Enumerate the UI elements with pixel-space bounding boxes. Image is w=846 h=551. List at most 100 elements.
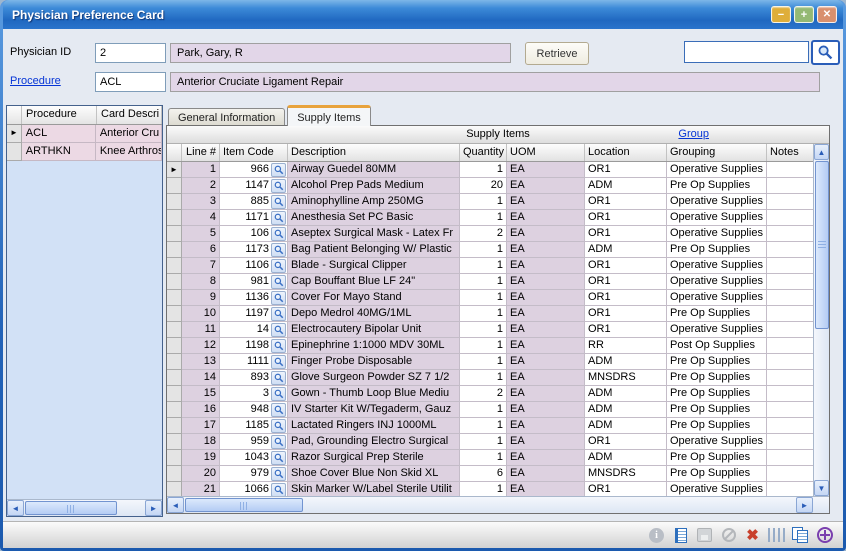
web-publish-icon[interactable]	[816, 527, 833, 544]
description-cell[interactable]: Lactated Ringers INJ 1000ML	[288, 418, 460, 434]
scroll-right-icon[interactable]: ►	[796, 497, 813, 513]
item-code-cell[interactable]: 1173	[220, 242, 288, 258]
quantity-cell[interactable]: 1	[460, 370, 507, 386]
grouping-cell[interactable]: Pre Op Supplies	[667, 418, 767, 434]
description-cell[interactable]: Pad, Grounding Electro Surgical	[288, 434, 460, 450]
retrieve-button[interactable]: Retrieve	[525, 42, 589, 65]
notes-cell[interactable]	[767, 450, 813, 466]
description-cell[interactable]: Skin Marker W/Label Sterile Utilit	[288, 482, 460, 496]
row-selector[interactable]	[167, 226, 182, 242]
item-code-cell[interactable]: 1043	[220, 450, 288, 466]
quantity-cell[interactable]: 1	[460, 482, 507, 496]
quantity-cell[interactable]: 1	[460, 290, 507, 306]
scroll-up-icon[interactable]: ▲	[814, 144, 829, 160]
item-code-cell[interactable]: 893	[220, 370, 288, 386]
uom-cell[interactable]: EA	[507, 450, 585, 466]
quantity-cell[interactable]: 1	[460, 338, 507, 354]
notes-cell[interactable]	[767, 338, 813, 354]
item-code-cell[interactable]: 948	[220, 402, 288, 418]
grouping-cell[interactable]: Operative Supplies	[667, 274, 767, 290]
tab-general-information[interactable]: General Information	[168, 108, 285, 126]
row-selector[interactable]	[7, 125, 22, 143]
supply-table-row[interactable]: 18 959 Pad, Grounding Electro Surgical 1…	[167, 434, 813, 450]
item-lookup-magnifier-icon[interactable]	[271, 307, 286, 321]
uom-column-header[interactable]: UOM	[507, 144, 585, 161]
uom-cell[interactable]: EA	[507, 178, 585, 194]
uom-cell[interactable]: EA	[507, 434, 585, 450]
supply-table-row[interactable]: 20 979 Shoe Cover Blue Non Skid XL 6 EA …	[167, 466, 813, 482]
row-selector[interactable]	[167, 402, 182, 418]
item-lookup-magnifier-icon[interactable]	[271, 179, 286, 193]
row-selector[interactable]	[167, 338, 182, 354]
row-selector[interactable]	[167, 274, 182, 290]
quantity-cell[interactable]: 1	[460, 322, 507, 338]
supply-vscrollbar[interactable]: ▲ ▼	[813, 144, 829, 496]
scroll-left-icon[interactable]: ◄	[7, 500, 24, 516]
quantity-cell[interactable]: 1	[460, 450, 507, 466]
uom-cell[interactable]: EA	[507, 482, 585, 496]
supply-table-row[interactable]: 14 893 Glove Surgeon Powder SZ 7 1/2 1 E…	[167, 370, 813, 386]
scroll-down-icon[interactable]: ▼	[814, 480, 829, 496]
row-selector[interactable]	[167, 466, 182, 482]
grouping-cell[interactable]: Pre Op Supplies	[667, 242, 767, 258]
item-lookup-magnifier-icon[interactable]	[271, 483, 286, 497]
close-button[interactable]	[817, 6, 837, 23]
grouping-cell[interactable]: Operative Supplies	[667, 290, 767, 306]
quantity-cell[interactable]: 1	[460, 258, 507, 274]
supply-table-row[interactable]: 15 3 Gown - Thumb Loop Blue Mediu 2 EA A…	[167, 386, 813, 402]
description-cell[interactable]: Bag Patient Belonging W/ Plastic	[288, 242, 460, 258]
uom-cell[interactable]: EA	[507, 162, 585, 178]
notes-cell[interactable]	[767, 290, 813, 306]
quantity-cell[interactable]: 1	[460, 194, 507, 210]
row-selector[interactable]	[167, 482, 182, 496]
procedure-column-header[interactable]: Procedure	[22, 106, 97, 124]
tab-supply-items[interactable]: Supply Items	[287, 105, 371, 126]
description-cell[interactable]: Gown - Thumb Loop Blue Mediu	[288, 386, 460, 402]
item-lookup-magnifier-icon[interactable]	[271, 467, 286, 481]
line-column-header[interactable]: Line #	[182, 144, 220, 161]
uom-cell[interactable]: EA	[507, 258, 585, 274]
scroll-right-icon[interactable]: ►	[145, 500, 162, 516]
grouping-cell[interactable]: Pre Op Supplies	[667, 466, 767, 482]
item-code-cell[interactable]: 1147	[220, 178, 288, 194]
description-column-header[interactable]: Description	[288, 144, 460, 161]
row-selector[interactable]	[167, 194, 182, 210]
grouping-cell[interactable]: Operative Supplies	[667, 434, 767, 450]
description-cell[interactable]: Alcohol Prep Pads Medium	[288, 178, 460, 194]
item-code-cell[interactable]: 966	[220, 162, 288, 178]
grouping-cell[interactable]: Pre Op Supplies	[667, 354, 767, 370]
description-cell[interactable]: Aminophylline Amp 250MG	[288, 194, 460, 210]
grouping-cell[interactable]: Operative Supplies	[667, 210, 767, 226]
notes-cell[interactable]	[767, 418, 813, 434]
grouping-cell[interactable]: Pre Op Supplies	[667, 386, 767, 402]
item-lookup-magnifier-icon[interactable]	[271, 195, 286, 209]
location-cell[interactable]: OR1	[585, 482, 667, 496]
quantity-cell[interactable]: 1	[460, 162, 507, 178]
procedure-cell[interactable]: ACL	[22, 125, 96, 143]
grouping-cell[interactable]: Pre Op Supplies	[667, 178, 767, 194]
description-cell[interactable]: Anesthesia Set PC Basic	[288, 210, 460, 226]
vscroll-thumb[interactable]	[815, 161, 829, 329]
search-button[interactable]	[811, 40, 840, 65]
supply-table-row[interactable]: 9 1136 Cover For Mayo Stand 1 EA OR1 Ope…	[167, 290, 813, 306]
uom-cell[interactable]: EA	[507, 466, 585, 482]
notes-cell[interactable]	[767, 434, 813, 450]
uom-cell[interactable]: EA	[507, 386, 585, 402]
row-selector[interactable]	[167, 242, 182, 258]
row-selector[interactable]	[167, 354, 182, 370]
location-column-header[interactable]: Location	[585, 144, 667, 161]
item-lookup-magnifier-icon[interactable]	[271, 355, 286, 369]
item-code-cell[interactable]: 3	[220, 386, 288, 402]
location-cell[interactable]: MNSDRS	[585, 370, 667, 386]
grouping-cell[interactable]: Operative Supplies	[667, 258, 767, 274]
item-lookup-magnifier-icon[interactable]	[271, 371, 286, 385]
item-code-cell[interactable]: 981	[220, 274, 288, 290]
procedure-input[interactable]	[95, 72, 166, 92]
quantity-cell[interactable]: 1	[460, 306, 507, 322]
group-link[interactable]: Group	[678, 128, 709, 140]
notes-cell[interactable]	[767, 274, 813, 290]
uom-cell[interactable]: EA	[507, 306, 585, 322]
grouping-cell[interactable]: Pre Op Supplies	[667, 370, 767, 386]
grouping-cell[interactable]: Operative Supplies	[667, 322, 767, 338]
description-cell[interactable]: Airway Guedel 80MM	[288, 162, 460, 178]
